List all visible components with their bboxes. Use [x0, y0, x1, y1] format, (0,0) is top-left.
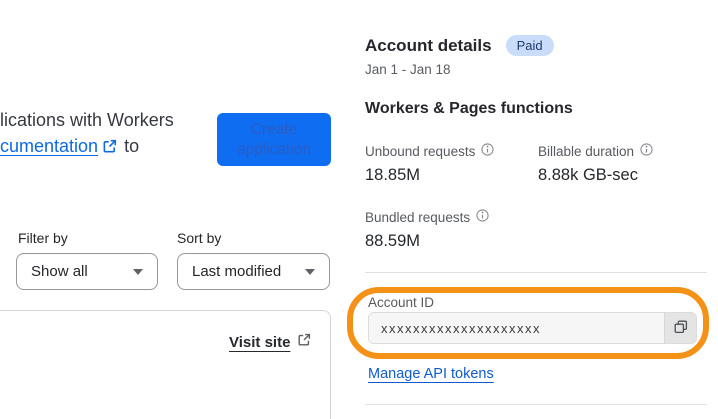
stat-label: Bundled requests — [365, 209, 489, 225]
filter-by-label: Filter by — [18, 230, 68, 246]
documentation-link[interactable]: cumentation — [0, 136, 98, 156]
sort-dropdown-value: Last modified — [192, 263, 282, 280]
functions-section-title: Workers & Pages functions — [365, 100, 573, 117]
copy-icon — [673, 319, 689, 338]
external-link-icon — [297, 333, 311, 352]
billing-date-range: Jan 1 - Jan 18 — [365, 62, 451, 77]
account-id-label: Account ID — [368, 295, 435, 310]
external-link-icon — [102, 135, 117, 161]
divider — [365, 404, 707, 405]
stat-label: Billable duration — [538, 143, 653, 159]
divider — [365, 272, 707, 273]
workers-pages-dashboard: lications with Workers cumentation to Cr… — [0, 0, 718, 419]
manage-api-tokens-link[interactable]: Manage API tokens — [368, 366, 494, 382]
info-icon[interactable] — [481, 143, 494, 159]
copy-button[interactable] — [664, 313, 696, 343]
stat-value: 88.59M — [365, 232, 421, 250]
stat-value: 8.88k GB-sec — [538, 166, 638, 184]
info-icon[interactable] — [476, 209, 489, 225]
project-card — [0, 310, 331, 419]
plan-badge: Paid — [505, 35, 554, 56]
chevron-down-icon — [133, 268, 143, 275]
chevron-down-icon — [305, 268, 315, 275]
account-id-row — [368, 312, 697, 344]
stat-value: 18.85M — [365, 166, 421, 184]
intro-text-suffix: to — [124, 136, 140, 156]
filter-dropdown[interactable]: Show all — [16, 253, 158, 290]
account-details-header: Account details Paid — [365, 35, 554, 56]
sort-by-label: Sort by — [177, 230, 222, 246]
stat-label: Unbound requests — [365, 143, 494, 159]
filter-dropdown-value: Show all — [31, 263, 88, 280]
visit-site-link[interactable]: Visit site — [229, 333, 311, 352]
account-id-input[interactable] — [369, 313, 664, 343]
create-application-button[interactable]: Create application — [217, 113, 331, 166]
visit-site-label: Visit site — [229, 334, 291, 351]
info-icon[interactable] — [640, 143, 653, 159]
intro-paragraph: lications with Workers cumentation to — [0, 107, 174, 161]
intro-text-line1: lications with Workers — [0, 110, 174, 130]
account-details-title: Account details — [365, 35, 492, 55]
sort-dropdown[interactable]: Last modified — [177, 253, 330, 290]
